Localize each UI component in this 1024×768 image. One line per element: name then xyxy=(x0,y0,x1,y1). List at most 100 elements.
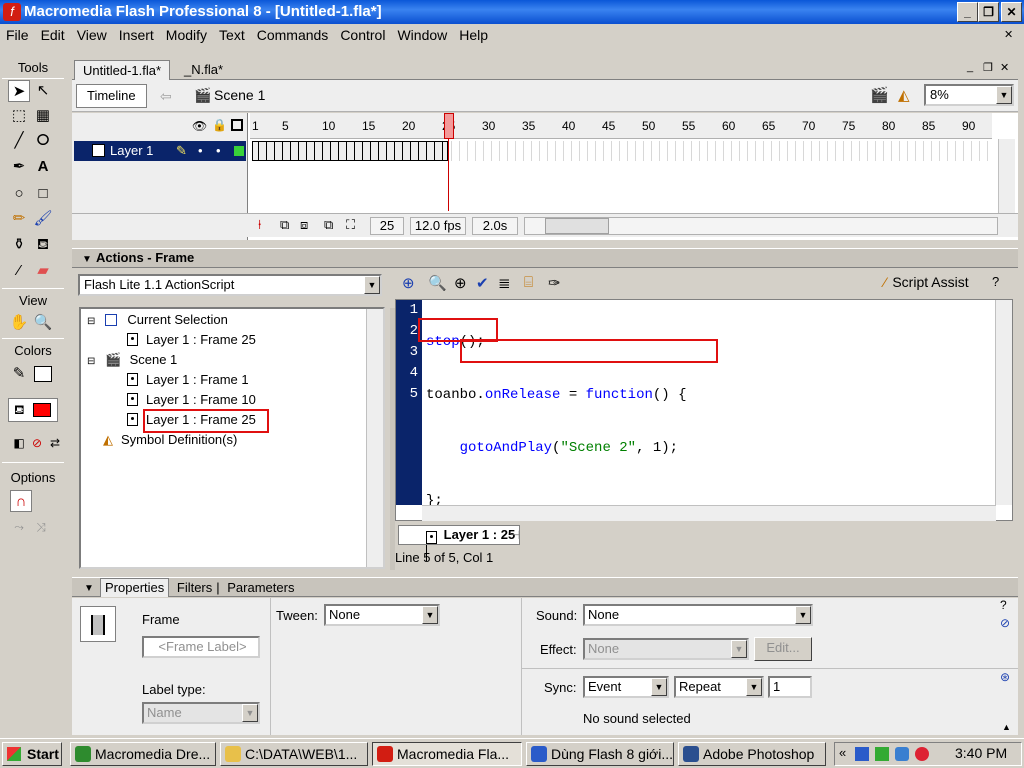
menu-commands[interactable]: Commands xyxy=(251,24,335,46)
doc-restore-icon[interactable]: ❐ xyxy=(983,61,993,74)
tab-n-fla[interactable]: _N.fla* xyxy=(176,60,231,80)
tree-item-scene-1[interactable]: ⊟ 🎬 Scene 1 xyxy=(87,351,177,371)
tab-filters[interactable]: Filters xyxy=(173,579,216,597)
expand-arrow-icon[interactable]: ▲ xyxy=(1002,722,1011,732)
onion-outline-icon[interactable]: ⧈ xyxy=(300,217,308,233)
timeline-vscroll[interactable] xyxy=(998,139,1015,213)
back-arrow-icon[interactable]: ⇦ xyxy=(160,88,172,105)
doc-close-icon[interactable]: ✕ xyxy=(1000,61,1009,74)
code-hint-icon[interactable]: ⌸ xyxy=(524,274,533,291)
menu-help[interactable]: Help xyxy=(453,24,494,46)
traffic-light-icon[interactable] xyxy=(875,747,889,761)
check-syntax-icon[interactable]: ✔ xyxy=(476,274,489,292)
hand-tool-icon[interactable]: ✋ xyxy=(8,312,30,334)
fill-transform-icon[interactable]: ▦ xyxy=(32,105,54,127)
frame-tab[interactable]: Layer 1 : 25 xyxy=(398,525,521,545)
brush-tool-icon[interactable]: 🖌 xyxy=(32,208,54,230)
repeat-count-input[interactable]: 1 xyxy=(768,676,812,698)
snap-magnet-icon[interactable]: ∩ xyxy=(10,490,32,512)
timeline-hscroll[interactable] xyxy=(524,217,998,235)
pin-icon[interactable]: ⊣ xyxy=(510,528,520,542)
eye-icon[interactable]: 👁 xyxy=(192,119,207,133)
zoom-tool-icon[interactable]: 🔍 xyxy=(32,312,54,334)
layer-row[interactable]: Layer 1 ✎ • • xyxy=(74,141,246,161)
restore-button[interactable]: ❐ xyxy=(978,2,999,22)
menu-insert[interactable]: Insert xyxy=(113,24,160,46)
chevron-down-icon[interactable]: ▼ xyxy=(364,276,380,294)
menu-close-icon[interactable]: ✕ xyxy=(1004,28,1013,41)
collapse-arrow-icon[interactable]: ▼ xyxy=(84,580,94,598)
menu-file[interactable]: File xyxy=(0,24,35,46)
zoom-select[interactable]: 8% ▼ xyxy=(924,84,1014,106)
script-editor[interactable]: 1 2 3 4 5 stop(); toanbo.onRelease = fun… xyxy=(395,299,1013,562)
actions-panel-header[interactable]: ▼ Actions - Frame xyxy=(72,248,1018,268)
accessibility-icon[interactable]: ⊛ xyxy=(1000,670,1010,684)
antivirus-icon[interactable] xyxy=(915,747,929,761)
editor-hscroll[interactable] xyxy=(422,505,996,521)
close-button[interactable]: ✕ xyxy=(1001,2,1022,22)
menu-modify[interactable]: Modify xyxy=(160,24,213,46)
tree-item-symbol-definitions[interactable]: ◭ Symbol Definition(s) xyxy=(103,431,237,449)
start-button[interactable]: Start xyxy=(2,742,62,766)
shield-icon[interactable] xyxy=(895,747,909,761)
edit-scene-icon[interactable]: 🎬 xyxy=(870,86,889,104)
repeat-select[interactable]: Repeat ▼ xyxy=(674,676,764,698)
visible-dot-icon[interactable]: • xyxy=(198,141,203,161)
fps-readout[interactable]: 12.0 fps xyxy=(410,217,466,235)
chevron-down-icon[interactable]: ▼ xyxy=(746,678,762,696)
menu-view[interactable]: View xyxy=(71,24,113,46)
free-transform-icon[interactable]: ⬚ xyxy=(8,105,30,127)
lock-icon[interactable]: 🔒 xyxy=(212,118,227,132)
doc-minimize-icon[interactable]: _ xyxy=(967,61,973,73)
rectangle-tool-icon[interactable]: □ xyxy=(32,183,54,205)
edit-symbols-icon[interactable]: ◭ xyxy=(898,86,910,104)
script-assist-button[interactable]: ⁄ Script Assist xyxy=(884,274,969,290)
center-frame-icon[interactable]: ⍿ xyxy=(258,217,261,233)
eyedropper-icon[interactable]: ⁄ xyxy=(8,260,30,282)
collapse-arrow-icon[interactable]: ▼ xyxy=(82,251,92,269)
clock[interactable]: 3:40 PM xyxy=(955,745,1007,761)
tree-item-frame[interactable]: Layer 1 : Frame 10 xyxy=(127,391,256,409)
chevron-down-icon[interactable]: ▼ xyxy=(422,606,438,624)
subselect-tool-icon[interactable]: ↖ xyxy=(32,80,54,102)
chevron-down-icon[interactable]: ▼ xyxy=(996,86,1012,104)
target-path-icon[interactable]: ⊕ xyxy=(454,274,467,292)
minimize-button[interactable]: _ xyxy=(957,2,978,22)
frame-ruler[interactable]: 1 5 10 15 20 25 30 35 40 45 50 55 60 65 … xyxy=(250,113,992,139)
tab-properties[interactable]: Properties xyxy=(100,578,170,597)
keyframe-span[interactable] xyxy=(252,141,448,161)
navigator-vscroll[interactable] xyxy=(366,309,383,567)
menu-edit[interactable]: Edit xyxy=(35,24,71,46)
playhead[interactable] xyxy=(444,113,454,139)
swap-colors-icon[interactable]: ⇄ xyxy=(44,432,66,454)
add-statement-icon[interactable]: ⊕ xyxy=(402,274,415,292)
hscroll-thumb[interactable] xyxy=(545,218,609,234)
tree-item-current-selection[interactable]: ⊟ Current Selection xyxy=(87,311,228,331)
stroke-color-icon[interactable]: ✎ xyxy=(8,363,30,385)
tab-parameters[interactable]: Parameters xyxy=(223,579,298,597)
menu-window[interactable]: Window xyxy=(391,24,453,46)
tween-select[interactable]: None ▼ xyxy=(324,604,440,626)
help-icon[interactable]: ? xyxy=(1000,598,1007,612)
auto-format-icon[interactable]: ≣ xyxy=(498,274,511,292)
taskbar-item-dreamweaver[interactable]: Macromedia Dre... xyxy=(70,742,216,766)
language-select[interactable]: Flash Lite 1.1 ActionScript ▼ xyxy=(78,274,382,296)
edit-in-place-icon[interactable]: ⊘ xyxy=(1000,616,1010,630)
eraser-tool-icon[interactable]: ▰ xyxy=(32,260,54,282)
chevron-down-icon[interactable]: ▼ xyxy=(651,678,667,696)
onion-markers-icon[interactable]: ⛶ xyxy=(346,217,355,233)
outline-icon[interactable] xyxy=(231,119,243,131)
tab-untitled-1[interactable]: Untitled-1.fla* xyxy=(74,60,171,80)
sync-select[interactable]: Event ▼ xyxy=(583,676,669,698)
paint-bucket-icon[interactable]: ⛾ xyxy=(32,234,54,256)
frame-label-input[interactable]: <Frame Label> xyxy=(142,636,260,658)
taskbar-item-photoshop[interactable]: Adobe Photoshop xyxy=(678,742,826,766)
tree-item-frame[interactable]: Layer 1 : Frame 1 xyxy=(127,371,249,389)
lock-dot-icon[interactable]: • xyxy=(216,141,221,161)
layer-color-icon[interactable] xyxy=(234,146,244,156)
network-icon[interactable] xyxy=(855,747,869,761)
menu-text[interactable]: Text xyxy=(213,24,251,46)
find-icon[interactable]: 🔍 xyxy=(428,274,447,292)
edit-multiple-icon[interactable]: ⧉ xyxy=(324,217,333,233)
fill-color-box[interactable]: ⛾ xyxy=(8,398,58,422)
